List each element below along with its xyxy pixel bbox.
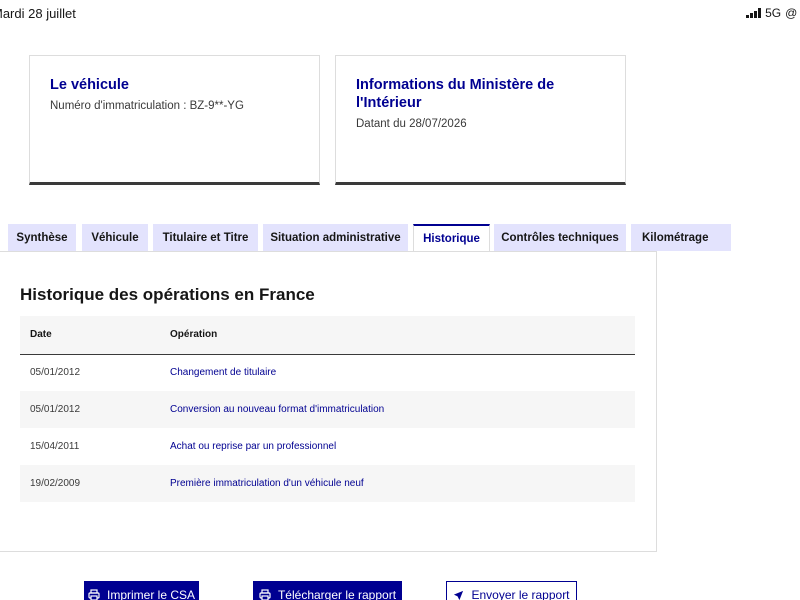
row-date: 19/02/2009 [30, 478, 81, 489]
row-date: 05/01/2012 [30, 404, 81, 415]
row-date: 15/04/2011 [30, 441, 80, 452]
table-row: 05/01/2012 Changement de titulaire [20, 354, 635, 391]
send-icon [454, 590, 464, 600]
tab-kilometrage[interactable]: Kilométrage [631, 224, 731, 251]
registration-number: Numéro d'immatriculation : BZ-9**-YG [50, 100, 244, 112]
status-indicators: 5G @ 9 [746, 6, 800, 20]
ministry-date: Datant du 28/07/2026 [356, 118, 467, 130]
vehicle-card: Le véhicule Numéro d'immatriculation : B… [29, 55, 320, 185]
row-operation: Conversion au nouveau format d'immatricu… [170, 404, 385, 415]
row-operation: Première immatriculation d'un véhicule n… [170, 478, 364, 489]
tab-bar: Synthèse Véhicule Titulaire et Titre Sit… [0, 224, 800, 252]
send-report-label: Envoyer le rapport [471, 588, 570, 600]
tab-controles-techniques[interactable]: Contrôles techniques [494, 224, 626, 251]
ministry-card-title: Informations du Ministère de l'Intérieur [356, 76, 605, 112]
ministry-title-line1: Informations du Ministère de [356, 77, 555, 93]
send-report-button[interactable]: Envoyer le rapport [446, 581, 577, 600]
table-row: 05/01/2012 Conversion au nouveau format … [20, 391, 635, 428]
history-table: Date Opération 05/01/2012 Changement de … [20, 316, 635, 502]
download-report-button[interactable]: Télécharger le rapport [253, 581, 402, 600]
tab-historique[interactable]: Historique [413, 224, 490, 252]
network-label: 5G [765, 6, 782, 20]
ministry-title-line2: l'Intérieur [356, 95, 422, 111]
download-report-label: Télécharger le rapport [277, 588, 397, 600]
history-title: Historique des opérations en France [20, 285, 315, 304]
tab-titulaire-titre[interactable]: Titulaire et Titre [153, 224, 258, 251]
ministry-card: Informations du Ministère de l'Intérieur… [335, 55, 626, 185]
row-operation: Changement de titulaire [170, 367, 277, 379]
action-bar: Imprimer le CSA Télécharger le rapport E… [0, 581, 800, 600]
table-row: 19/02/2009 Première immatriculation d'un… [20, 465, 635, 502]
row-date: 05/01/2012 [30, 367, 81, 379]
print-csa-button[interactable]: Imprimer le CSA [84, 581, 199, 600]
printer-icon [88, 589, 100, 600]
vehicle-card-title: Le véhicule [50, 77, 129, 93]
status-bar: Mardi 28 juillet 5G @ 9 [0, 0, 800, 26]
column-header-date: Date [30, 329, 52, 341]
tab-situation-administrative[interactable]: Situation administrative [263, 224, 408, 251]
printer-icon [259, 589, 271, 600]
tab-vehicule[interactable]: Véhicule [82, 224, 148, 251]
table-row: 15/04/2011 Achat ou reprise par un profe… [20, 428, 635, 465]
row-operation: Achat ou reprise par un professionnel [170, 441, 337, 452]
tab-synthese[interactable]: Synthèse [8, 224, 76, 251]
print-csa-label: Imprimer le CSA [106, 588, 195, 600]
location-icon: @ [785, 6, 798, 20]
status-date: Mardi 28 juillet [0, 6, 76, 21]
column-header-operation: Opération [170, 329, 218, 341]
signal-icon [746, 8, 762, 18]
history-panel: Historique des opérations en France Date… [0, 251, 657, 552]
table-header-row: Date Opération [20, 316, 635, 354]
